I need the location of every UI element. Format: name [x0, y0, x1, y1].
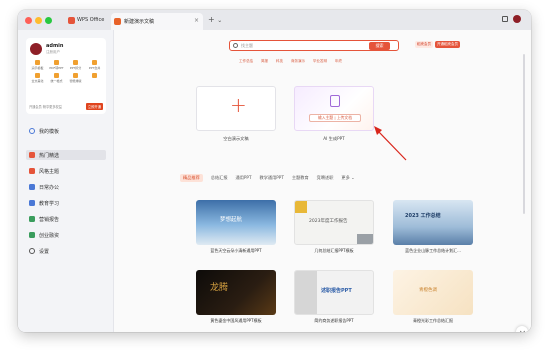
tab-new-presentation[interactable]: 新建演示文稿 ×	[111, 13, 203, 30]
refresh-button[interactable]	[516, 326, 528, 332]
tab-summary[interactable]: 总结汇报	[211, 175, 228, 181]
sidebar-item-settings[interactable]: 设置	[26, 246, 106, 256]
thumbnail-title: 青橙色调	[419, 288, 437, 293]
template-thumbnail[interactable]: 述职报告PPT	[294, 270, 374, 315]
template-label: 黄色鎏金中国风通用PPT模板	[210, 318, 262, 323]
member-promo: 开通会员 畅享更多权益 立即开通	[29, 103, 103, 110]
tab-label: 新建演示文稿	[124, 19, 155, 25]
user-card: admin 注册用户 演示模板 PDF转PPT PPT拆分 PPT合并 全文美化…	[26, 38, 106, 114]
minimize-window-button[interactable]	[35, 16, 42, 24]
template-icon	[35, 60, 40, 65]
education-icon	[29, 200, 35, 206]
split-icon	[73, 60, 78, 65]
template-label: 简约商务述职报告PPT	[314, 318, 354, 323]
wps-logo-icon	[68, 16, 75, 24]
close-tab-icon[interactable]: ×	[194, 17, 199, 24]
user-name: admin	[46, 43, 64, 49]
tab-general[interactable]: 通用PPT	[236, 175, 252, 181]
palette-icon	[29, 168, 35, 174]
tab-more[interactable]: 更多 ⌄	[341, 175, 354, 181]
layout-icon	[73, 73, 78, 78]
feature-item[interactable]: PPT拆分	[66, 60, 85, 70]
beautify-icon	[35, 73, 40, 78]
tab-label: WPS Office	[77, 17, 105, 23]
new-tab-button[interactable]: + ⌄	[208, 15, 222, 24]
zoom-window-button[interactable]	[45, 16, 52, 24]
template-label: 几何总结汇报PPT模板	[314, 248, 354, 253]
template-thumbnail[interactable]: 2023年度工作报告	[294, 200, 374, 245]
gear-icon	[29, 248, 35, 254]
window-controls	[502, 15, 521, 23]
sidebar: admin 注册用户 演示模板 PDF转PPT PPT拆分 PPT合并 全文美化…	[18, 30, 114, 332]
template-thumbnail[interactable]: 龙腾	[196, 270, 276, 315]
tab-job-report[interactable]: 竞聘述职	[317, 175, 334, 181]
open-membership-button[interactable]: 立即开通	[85, 103, 103, 110]
scrollbar[interactable]	[523, 54, 525, 214]
feature-item[interactable]: PPT合并	[85, 60, 104, 70]
thumbnail-title: 2023年度工作报告	[309, 219, 348, 224]
feature-grid: 演示模板 PDF转PPT PPT拆分 PPT合并 全文美化 统一格式 智能排版	[28, 60, 104, 83]
sidebar-item-finance[interactable]: 创业融资	[26, 230, 106, 240]
feature-item[interactable]: 智能排版	[66, 73, 85, 83]
main-content: 找主题 搜索 稻壳会员 开通稻壳会员 工作总结 简报 科技 商务演示 毕业答辩 …	[114, 30, 531, 332]
feature-item[interactable]: 演示模板	[28, 60, 47, 70]
close-window-button[interactable]	[25, 16, 32, 24]
sidebar-item-hot[interactable]: 热门精选	[26, 150, 106, 160]
format-icon	[54, 73, 59, 78]
window-switch-icon[interactable]	[502, 16, 508, 22]
app-window: WPS Office 新建演示文稿 × + ⌄ admin 注册用户 演示模板 …	[18, 10, 531, 332]
person-icon	[29, 128, 35, 134]
geometric-shape	[295, 201, 307, 213]
thumbnail-title: 龙腾	[210, 283, 229, 293]
thumbnail-title: 梦想起航	[220, 217, 243, 223]
template-label: 蓝色企业山脉工作总结计划汇...	[405, 248, 461, 253]
feature-item[interactable]: PDF转PPT	[47, 60, 66, 70]
office-icon	[29, 184, 35, 190]
title-bar: WPS Office 新建演示文稿 × + ⌄	[18, 10, 531, 30]
chevron-down-icon[interactable]: ⌄	[217, 17, 222, 24]
merge-icon	[92, 60, 97, 65]
template-thumbnail[interactable]: 青橙色调	[393, 270, 473, 315]
pdf-convert-icon	[54, 60, 59, 65]
tab-teaching[interactable]: 教学通用PPT	[260, 175, 284, 181]
template-label: 蓝色天空云朵小清新通用PPT	[210, 248, 262, 253]
promo-text: 开通会员 畅享更多权益	[29, 105, 62, 109]
sidebar-item-education[interactable]: 教育学习	[26, 198, 106, 208]
plus-icon: +	[208, 15, 215, 24]
tab-theme-education[interactable]: 主题教育	[292, 175, 309, 181]
feature-item[interactable]: 全文美化	[28, 73, 47, 83]
presentation-icon	[114, 18, 121, 25]
template-label: 青橙光彩工作总结汇报	[413, 318, 453, 323]
sidebar-item-marketing[interactable]: 营销报告	[26, 214, 106, 224]
geometric-shape	[357, 234, 373, 244]
more-icon	[92, 73, 97, 78]
refresh-icon	[519, 329, 525, 332]
feature-item[interactable]: 统一格式	[47, 73, 66, 83]
thumbnail-title: 2023 工作总结	[405, 213, 441, 219]
sidebar-item-daily-office[interactable]: 日常办公	[26, 182, 106, 192]
template-thumbnail[interactable]: 梦想起航	[196, 200, 276, 245]
sidebar-item-my-templates[interactable]: 我的模板	[26, 126, 106, 136]
category-tabs: 精品推荐 总结汇报 通用PPT 教学通用PPT 主题教育 竞聘述职 更多 ⌄	[180, 174, 355, 182]
avatar[interactable]	[30, 43, 42, 55]
chevron-down-icon: ⌄	[351, 175, 355, 180]
user-plan: 注册用户	[46, 50, 60, 54]
finance-icon	[29, 232, 35, 238]
tab-wps-office[interactable]: WPS Office	[68, 14, 110, 26]
tab-featured[interactable]: 精品推荐	[180, 174, 203, 182]
hot-icon	[29, 152, 35, 158]
feature-item[interactable]	[85, 73, 104, 83]
thumbnail-title: 述职报告PPT	[321, 288, 352, 294]
decorative-band	[295, 271, 317, 314]
sidebar-item-style-themes[interactable]: 风格主题	[26, 166, 106, 176]
user-avatar-icon[interactable]	[513, 15, 521, 23]
arrow-line	[376, 129, 407, 161]
marketing-icon	[29, 216, 35, 222]
template-thumbnail[interactable]: 2023 工作总结	[393, 200, 473, 245]
